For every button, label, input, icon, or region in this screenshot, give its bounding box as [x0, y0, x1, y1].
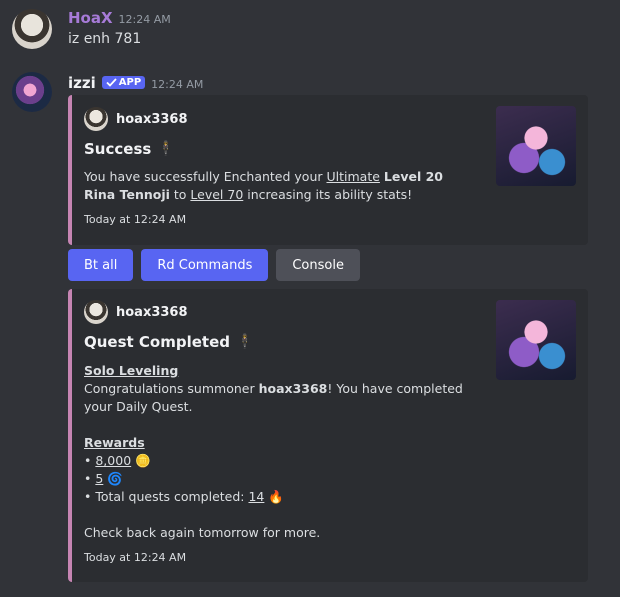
bt-all-button[interactable]: Bt all — [68, 249, 134, 281]
embed-success: hoax3368 Success 🕴 You have successfully… — [68, 95, 588, 245]
desc-text: increasing its ability stats! — [243, 187, 413, 202]
embed-author: hoax3368 — [84, 300, 188, 324]
reward-item-orbs: • 5 🌀 — [84, 470, 469, 488]
embed-author: hoax3368 — [84, 107, 188, 131]
console-button[interactable]: Console — [276, 249, 360, 281]
rarity-link[interactable]: Ultimate — [326, 169, 379, 184]
bot-avatar[interactable] — [12, 72, 52, 112]
bullet: • — [84, 453, 92, 468]
reward-item-quests: • Total quests completed: 14 🔥 — [84, 488, 469, 506]
message-header: HoaX 12:24 AM — [68, 9, 171, 27]
message-user: HoaX 12:24 AM iz enh 781 — [0, 0, 620, 60]
embed-title-text: Success — [84, 140, 152, 158]
desc-text: to — [169, 187, 191, 202]
rewards-title: Rewards — [84, 435, 145, 450]
app-badge-label: APP — [118, 77, 142, 88]
reward-gold-value[interactable]: 8,000 — [95, 453, 131, 468]
message-text: iz enh 781 — [68, 31, 142, 47]
figure-icon: 🕴 — [157, 141, 175, 157]
embed-title: Success 🕴 — [84, 140, 175, 158]
embed-description: Solo Leveling Congratulations summoner h… — [84, 362, 469, 542]
reward-item-gold: • 8,000 🪙 — [84, 452, 469, 470]
swirl-icon: 🌀 — [107, 471, 123, 486]
author-name[interactable]: hoax3368 — [116, 112, 188, 127]
bot-username[interactable]: izzi — [68, 74, 96, 92]
embed-footer: Today at 12:24 AM — [84, 213, 187, 226]
figure-icon: 🕴 — [236, 334, 254, 350]
bullet: • — [84, 489, 92, 504]
timestamp: 12:24 AM — [118, 13, 171, 26]
card-thumbnail[interactable] — [496, 106, 576, 186]
user-avatar[interactable] — [12, 9, 52, 49]
desc-text: You have successfully Enchanted your — [84, 169, 327, 184]
checkmark-icon — [106, 78, 117, 87]
author-name[interactable]: hoax3368 — [116, 305, 188, 320]
reward-orb-value[interactable]: 5 — [95, 471, 103, 486]
fire-icon: 🔥 — [268, 489, 284, 504]
coin-icon: 🪙 — [135, 453, 151, 468]
timestamp: 12:24 AM — [151, 78, 204, 91]
rd-commands-button[interactable]: Rd Commands — [141, 249, 269, 281]
quests-label: Total quests completed: — [95, 489, 249, 504]
author-avatar — [84, 107, 108, 131]
closing-text: Check back again tomorrow for more. — [84, 525, 321, 540]
quests-count[interactable]: 14 — [248, 489, 264, 504]
section-title: Solo Leveling — [84, 363, 179, 378]
congrats-part: Congratulations summoner — [84, 381, 259, 396]
card-thumbnail[interactable] — [496, 300, 576, 380]
embed-quest: hoax3368 Quest Completed 🕴 Solo Leveling… — [68, 289, 588, 582]
message-header: izzi APP 12:24 AM — [68, 74, 203, 92]
username[interactable]: HoaX — [68, 9, 113, 27]
embed-description: You have successfully Enchanted your Ult… — [84, 168, 469, 204]
congrats-text: Congratulations summoner hoax3368! You h… — [84, 380, 469, 416]
author-avatar — [84, 300, 108, 324]
level-link[interactable]: Level 70 — [190, 187, 243, 202]
embed-footer: Today at 12:24 AM — [84, 551, 187, 564]
summoner-name: hoax3368 — [258, 381, 328, 396]
app-badge: APP — [101, 76, 146, 89]
button-row: Bt all Rd Commands Console — [68, 249, 360, 281]
bullet: • — [84, 471, 92, 486]
embed-title: Quest Completed 🕴 — [84, 333, 253, 351]
embed-title-text: Quest Completed — [84, 333, 231, 351]
